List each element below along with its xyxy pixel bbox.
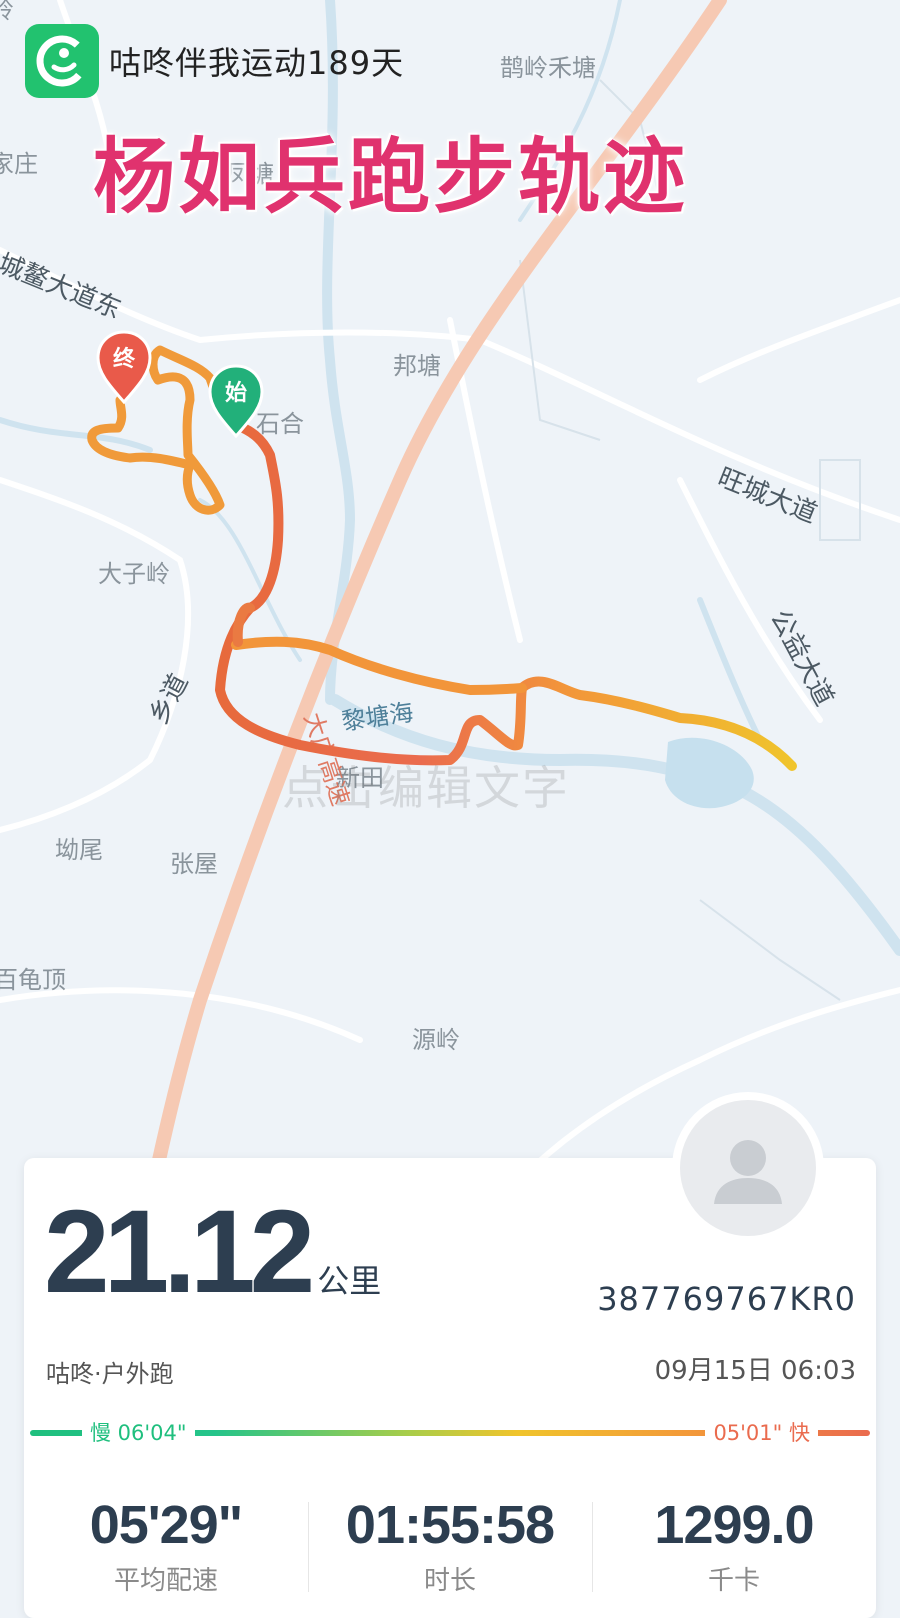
app-banner-text: 咕咚伴我运动189天 <box>109 44 405 82</box>
user-icon <box>714 1140 782 1204</box>
stat-value: 01:55:58 <box>345 1495 555 1555</box>
stat-value: 05'29" <box>89 1495 244 1555</box>
user-id: 387769767KR0 <box>597 1280 856 1318</box>
activity-source: 咕咚·户外跑 <box>46 1360 174 1388</box>
pace-fast-label: 05'01" 快 <box>705 1418 818 1448</box>
start-marker-label: 始 <box>225 380 247 406</box>
place-label: 张屋 <box>170 850 218 878</box>
end-marker-label: 终 <box>113 346 136 372</box>
stats-row: 05'29" 平均配速 01:55:58 时长 1299.0 千卡 <box>24 1494 876 1600</box>
place-label: 源岭 <box>412 1026 460 1054</box>
place-label: 百龟顶 <box>0 966 66 994</box>
place-label: 坳尾 <box>55 836 103 864</box>
distance-unit: 公里 <box>317 1262 382 1300</box>
stat-calories: 1299.0 千卡 <box>592 1494 876 1600</box>
distance-value: 21.12 <box>44 1186 315 1318</box>
stat-value: 1299.0 <box>654 1495 814 1555</box>
stat-label: 千卡 <box>707 1566 760 1596</box>
place-label: 大子岭 <box>98 560 170 588</box>
page-title: 杨如兵跑步轨迹 <box>93 130 689 225</box>
place-label: 鹊岭禾塘 <box>500 54 596 82</box>
place-label: 石合 <box>256 410 304 438</box>
place-label: 家庄 <box>0 150 38 178</box>
codoon-logo-icon <box>25 24 99 98</box>
edit-text-watermark[interactable]: 点击编辑文字 <box>282 752 570 818</box>
avatar[interactable] <box>680 1100 816 1236</box>
app-banner: 咕咚伴我运动189天 <box>25 24 404 98</box>
activity-datetime: 09月15日 06:03 <box>654 1356 856 1386</box>
place-label: 邦塘 <box>393 352 441 380</box>
stat-label: 时长 <box>423 1566 476 1596</box>
place-label: 岭 <box>0 0 14 24</box>
stat-avg-pace: 05'29" 平均配速 <box>24 1494 308 1600</box>
pace-legend: 慢 06'04" 05'01" 快 <box>30 1418 870 1448</box>
distance: 21.12 公里 <box>44 1184 381 1320</box>
pace-slow-label: 慢 06'04" <box>82 1418 195 1448</box>
stat-duration: 01:55:58 时长 <box>308 1494 592 1600</box>
stat-label: 平均配速 <box>113 1566 218 1596</box>
